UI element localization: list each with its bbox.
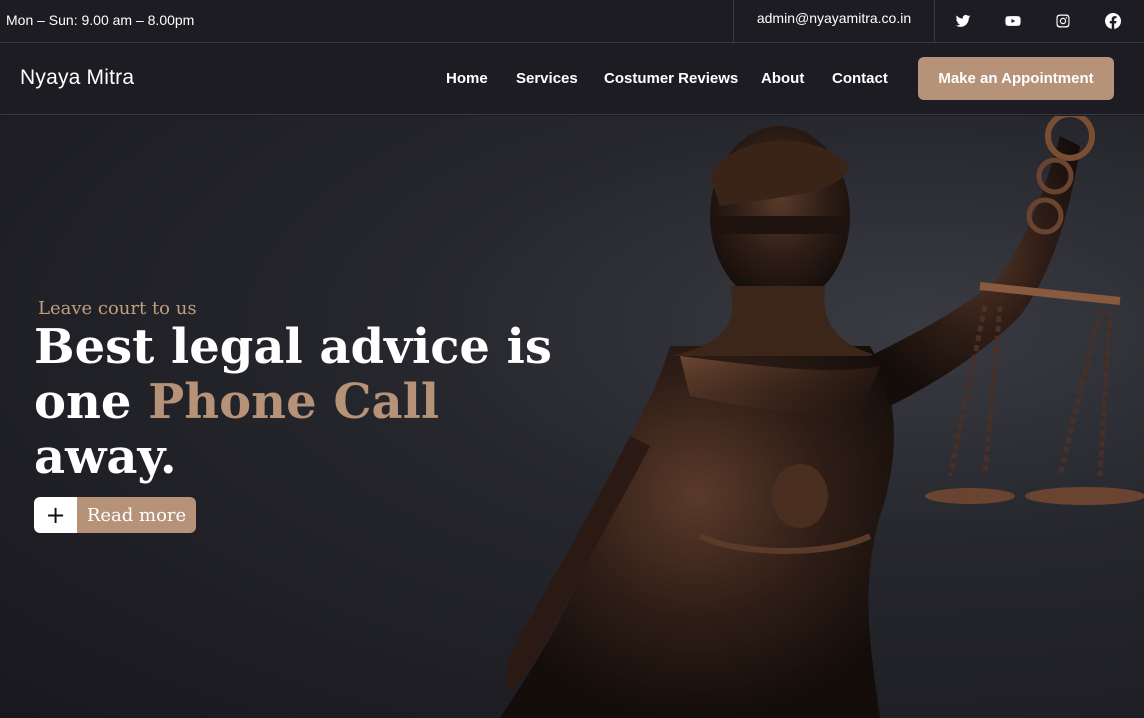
top-bar: Mon – Sun: 9.00 am – 8.00pm admin@nyayam… xyxy=(0,0,1144,43)
hero-kicker: Leave court to us xyxy=(38,298,197,319)
nav-item-about[interactable]: About xyxy=(761,70,804,87)
hero-section: Leave court to us Best legal advice is o… xyxy=(0,116,1144,718)
read-more-label: Read more xyxy=(77,497,196,533)
youtube-icon[interactable] xyxy=(1003,11,1023,31)
lady-justice-statue-image xyxy=(500,116,1144,718)
email-link[interactable]: admin@nyayamitra.co.in xyxy=(733,0,935,42)
headline-part-2: away. xyxy=(34,429,177,485)
nav-item-costumer-reviews[interactable]: Costumer Reviews xyxy=(604,70,738,87)
facebook-icon[interactable] xyxy=(1103,11,1123,31)
main-nav: Nyaya Mitra Home Services Costumer Revie… xyxy=(0,43,1144,115)
social-links xyxy=(936,0,1144,42)
plus-icon: + xyxy=(34,497,77,533)
headline-accent: Phone Call xyxy=(148,374,440,430)
nav-item-contact[interactable]: Contact xyxy=(832,70,888,87)
opening-hours: Mon – Sun: 9.00 am – 8.00pm xyxy=(6,12,195,28)
read-more-button[interactable]: + Read more xyxy=(34,497,196,533)
make-appointment-button[interactable]: Make an Appointment xyxy=(918,57,1114,100)
twitter-icon[interactable] xyxy=(953,11,973,31)
instagram-icon[interactable] xyxy=(1053,11,1073,31)
hero-headline: Best legal advice is one Phone Call away… xyxy=(34,320,554,485)
nav-item-services[interactable]: Services xyxy=(516,70,578,87)
brand-logo[interactable]: Nyaya Mitra xyxy=(20,66,134,90)
nav-item-home[interactable]: Home xyxy=(446,70,488,87)
